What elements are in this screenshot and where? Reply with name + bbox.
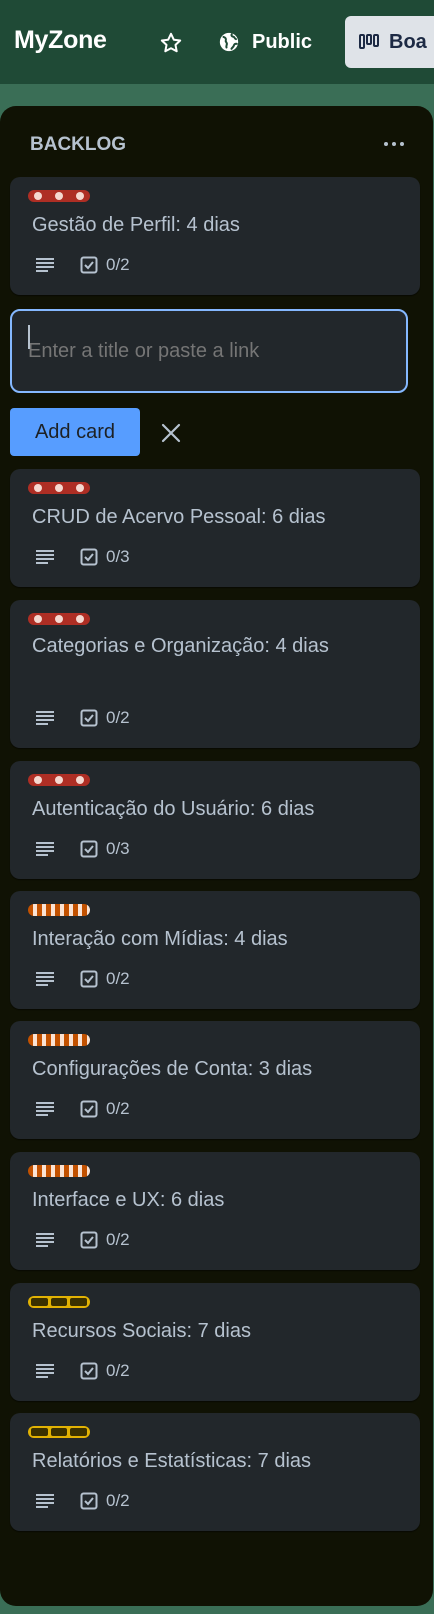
card[interactable]: Autenticação do Usuário: 6 dias 0/3 [10,761,420,879]
checklist-badge: 0/2 [80,1491,130,1511]
star-icon [160,32,182,53]
checklist-icon [80,840,98,858]
checklist-count: 0/2 [106,969,130,988]
card-title: Categorias e Organização: 4 dias [32,635,329,657]
checklist-icon [80,256,98,274]
card[interactable]: CRUD de Acervo Pessoal: 6 dias 0/3 [10,469,420,587]
board-title[interactable]: MyZone [14,26,107,55]
close-icon [161,423,181,443]
checklist-icon [80,970,98,988]
card-badges: 0/2 [34,1228,130,1252]
card[interactable]: Configurações de Conta: 3 dias 0/2 [10,1021,420,1139]
card-title: Interação com Mídias: 4 dias [32,928,288,950]
checklist-icon [80,1362,98,1380]
card-title: Configurações de Conta: 3 dias [32,1058,313,1080]
checklist-count: 0/2 [106,1361,130,1380]
list-menu-button[interactable] [380,136,408,152]
description-icon [34,840,56,858]
checklist-icon [80,1492,98,1510]
checklist-badge: 0/2 [80,255,130,275]
add-card-button[interactable]: Add card [10,408,140,456]
close-composer-button[interactable] [156,418,186,448]
list-title[interactable]: BACKLOG [30,134,126,156]
card[interactable]: Interface e UX: 6 dias 0/2 [10,1152,420,1270]
card[interactable]: Gestão de Perfil: 4 dias 0/2 [10,177,420,295]
card-title-input[interactable] [10,309,408,393]
description-icon [34,1100,56,1118]
card[interactable]: Relatórios e Estatísticas: 7 dias 0/2 [10,1413,420,1531]
description-icon [34,548,56,566]
checklist-badge: 0/3 [80,839,130,859]
card-badges: 0/2 [34,706,130,730]
card-title: Relatórios e Estatísticas: 7 dias [32,1450,312,1472]
card[interactable]: Interação com Mídias: 4 dias 0/2 [10,891,420,1009]
star-button[interactable] [158,30,184,56]
checklist-count: 0/2 [106,1099,130,1118]
label-red[interactable] [28,190,90,202]
card[interactable]: Categorias e Organização: 4 dias 0/2 [10,600,420,748]
card-badges: 0/2 [34,1097,130,1121]
checklist-icon [80,548,98,566]
checklist-badge: 0/2 [80,1099,130,1119]
board-view-label: Boa [389,30,427,53]
text-caret [28,325,30,349]
card-badges: 0/2 [34,1359,130,1383]
label-yellow[interactable] [28,1426,90,1438]
card-title: CRUD de Acervo Pessoal: 6 dias [32,506,326,528]
card-title: Interface e UX: 6 dias [32,1189,225,1211]
card-title: Recursos Sociais: 7 dias [32,1320,251,1342]
card-title: Gestão de Perfil: 4 dias [32,214,240,236]
board-view-button[interactable]: Boa [345,16,434,68]
checklist-badge: 0/2 [80,969,130,989]
visibility-button[interactable]: Public [218,28,312,56]
description-icon [34,970,56,988]
label-orange[interactable] [28,1165,90,1177]
card-badges: 0/2 [34,967,130,991]
label-red[interactable] [28,774,90,786]
label-orange[interactable] [28,1034,90,1046]
checklist-count: 0/2 [106,255,130,274]
description-icon [34,709,56,727]
card-badges: 0/3 [34,837,130,861]
checklist-icon [80,1231,98,1249]
card-title: Autenticação do Usuário: 6 dias [32,798,315,820]
description-icon [34,256,56,274]
label-orange[interactable] [28,904,90,916]
card-badges: 0/2 [34,253,130,277]
card[interactable]: Recursos Sociais: 7 dias 0/2 [10,1283,420,1401]
checklist-badge: 0/3 [80,547,130,567]
description-icon [34,1362,56,1380]
label-red[interactable] [28,613,90,625]
label-yellow[interactable] [28,1296,90,1308]
checklist-icon [80,709,98,727]
board-icon [359,34,379,49]
description-icon [34,1492,56,1510]
checklist-count: 0/3 [106,839,130,858]
checklist-count: 0/2 [106,708,130,727]
card-badges: 0/2 [34,1489,130,1513]
visibility-label: Public [252,30,313,53]
checklist-badge: 0/2 [80,1361,130,1381]
checklist-badge: 0/2 [80,708,130,728]
more-icon [384,142,388,146]
checklist-count: 0/2 [106,1491,130,1510]
card-badges: 0/3 [34,545,130,569]
checklist-count: 0/2 [106,1230,130,1249]
label-red[interactable] [28,482,90,494]
globe-icon [219,32,239,52]
description-icon [34,1231,56,1249]
checklist-badge: 0/2 [80,1230,130,1250]
checklist-count: 0/3 [106,547,130,566]
checklist-icon [80,1100,98,1118]
